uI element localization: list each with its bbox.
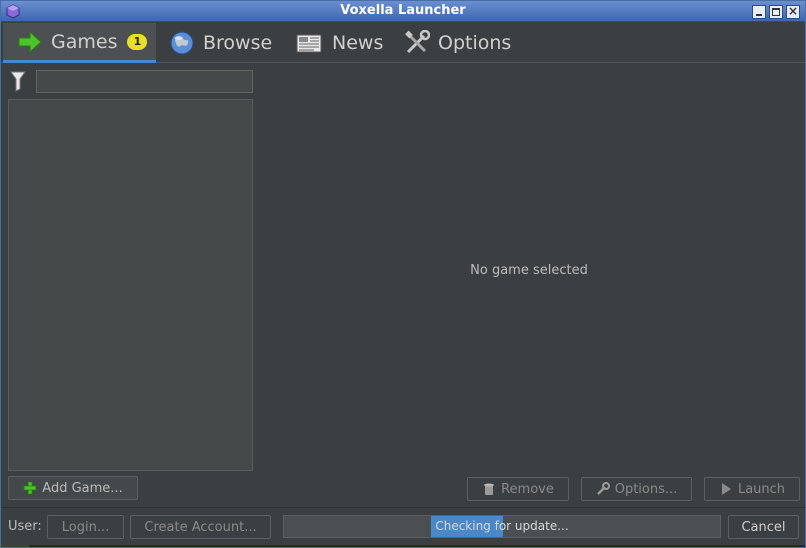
remove-button[interactable]: Remove — [467, 477, 569, 501]
login-button[interactable]: Login... — [47, 515, 124, 539]
no-selection-label: No game selected — [470, 263, 588, 278]
tab-games[interactable]: Games 1 — [3, 23, 156, 63]
tab-options[interactable]: Options — [404, 23, 511, 63]
close-icon: × — [788, 4, 799, 18]
minimize-button[interactable] — [752, 5, 766, 19]
remove-label: Remove — [501, 481, 554, 497]
newspaper-icon — [296, 34, 322, 53]
user-label: User: — [8, 519, 42, 534]
minimize-icon — [756, 14, 762, 16]
login-label: Login... — [61, 519, 110, 535]
globe-icon — [170, 31, 194, 55]
tab-bar: Games 1 Browse News Options — [1, 23, 805, 63]
add-game-button[interactable]: Add Game... — [8, 476, 138, 500]
title-bar[interactable]: Voxella Launcher × — [1, 1, 805, 22]
tab-news-label: News — [332, 32, 384, 54]
arrow-right-icon — [18, 30, 42, 53]
play-icon — [721, 483, 731, 495]
window-title: Voxella Launcher — [340, 3, 466, 18]
close-button[interactable]: × — [786, 4, 800, 19]
tab-games-label: Games — [51, 30, 118, 53]
launch-button[interactable]: Launch — [704, 477, 800, 501]
game-options-label: Options... — [614, 481, 678, 497]
tab-news[interactable]: News — [294, 23, 383, 63]
launcher-window: Voxella Launcher × Games 1 Browse News O… — [0, 0, 806, 548]
game-list[interactable] — [8, 99, 253, 471]
filter-input[interactable] — [36, 70, 253, 93]
maximize-button[interactable] — [769, 5, 783, 19]
wrench-icon — [596, 482, 610, 495]
plus-icon — [23, 481, 37, 495]
tab-browse[interactable]: Browse — [169, 23, 272, 63]
tools-icon — [405, 30, 430, 54]
maximize-icon — [772, 8, 780, 16]
trash-icon — [484, 483, 495, 495]
games-count-badge: 1 — [127, 33, 148, 50]
tab-browse-label: Browse — [203, 32, 273, 54]
cancel-button[interactable]: Cancel — [728, 515, 799, 539]
add-game-label: Add Game... — [42, 480, 123, 496]
tab-options-label: Options — [438, 32, 512, 54]
update-progress-bar: Checking for update... — [283, 515, 721, 538]
bottom-edge — [29, 545, 805, 547]
game-options-button[interactable]: Options... — [581, 477, 692, 501]
funnel-icon — [10, 71, 26, 92]
cancel-label: Cancel — [741, 519, 786, 535]
progress-status-text: Checking for update... — [435, 519, 569, 533]
footer-divider — [1, 507, 805, 508]
create-account-label: Create Account... — [144, 519, 257, 535]
launch-label: Launch — [737, 481, 786, 497]
create-account-button[interactable]: Create Account... — [130, 515, 271, 539]
